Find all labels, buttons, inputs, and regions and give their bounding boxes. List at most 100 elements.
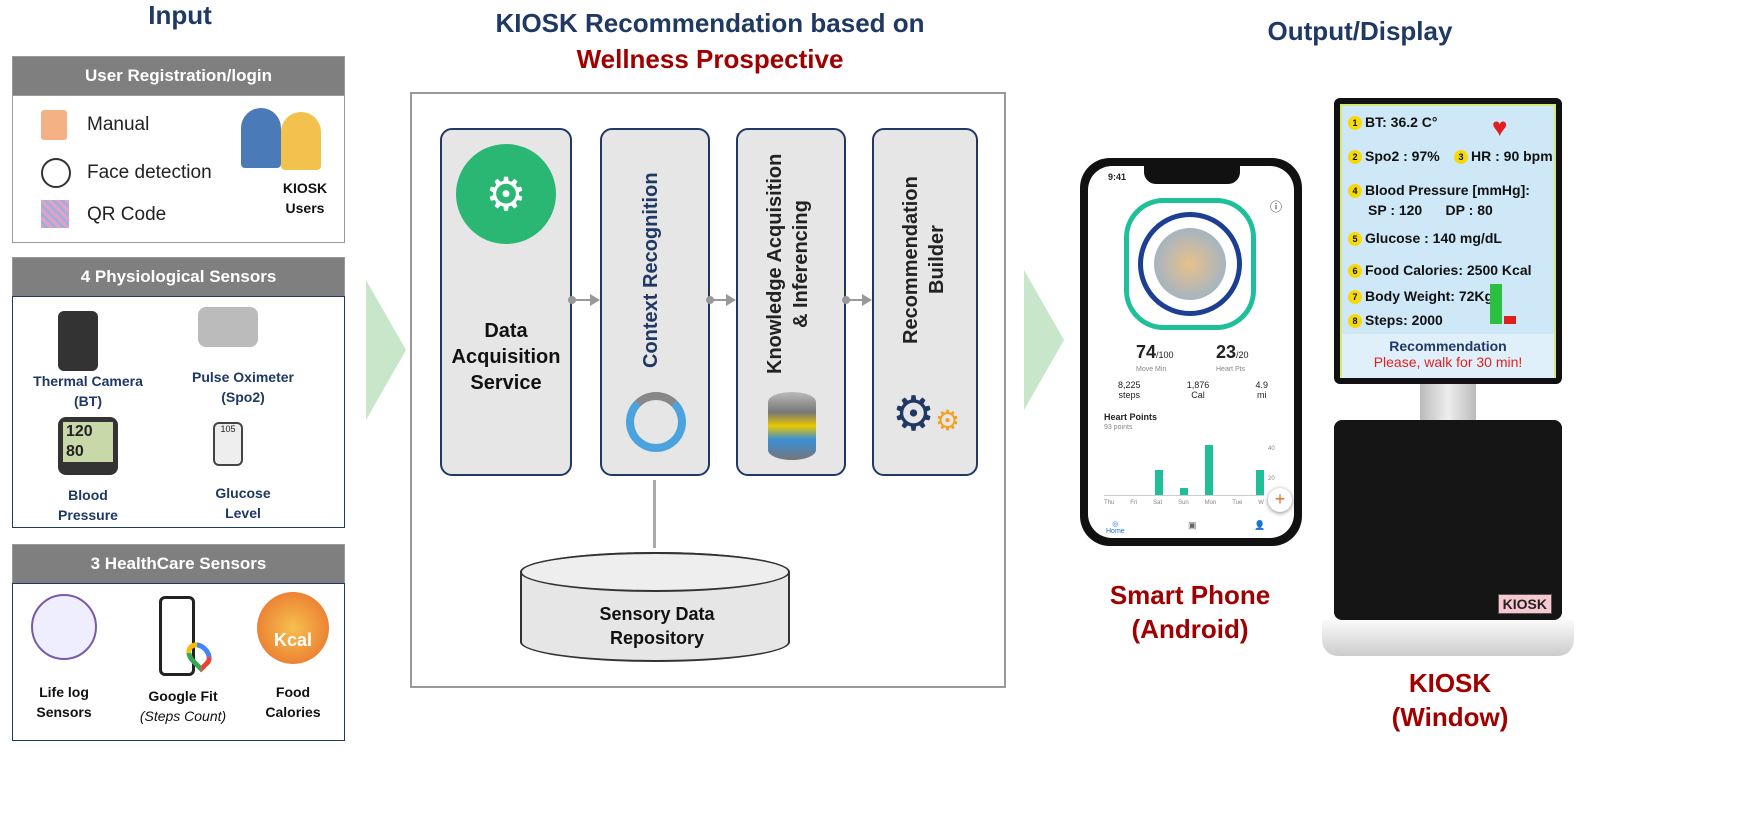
day-label: Sat [1153,500,1163,506]
heart-points-bar [1255,470,1264,495]
row-text: HR : 90 bpm [1471,148,1553,164]
row-text: Glucose : 140 mg/dL [1365,230,1502,246]
heart-pts-goal: /20 [1236,350,1249,360]
physio-box: Thermal Camera (BT) Pulse Oximeter (Spo2) … [12,296,345,528]
sensor-sub: Level [225,505,261,521]
sensor-sub: Pressure [58,507,118,523]
panel-recommendation-builder: Recommendation Builder ⚙⚙ [872,128,978,476]
steps-bar [1504,316,1516,324]
row-number: 2 [1348,150,1362,165]
bp-display: 120 80 [63,422,113,462]
row-text: Body Weight: 72Kg [1365,288,1494,304]
stat-value: 4.9 [1255,380,1268,390]
cylinder-top [520,552,790,592]
kiosk-base [1322,620,1574,656]
repository-label: Sensory Data Repository [599,604,715,648]
elderly-user-icon [241,108,281,168]
sensor-food: Food Calories [243,682,343,722]
sensor-name: Glucose [215,485,271,501]
row-number: 8 [1348,314,1362,329]
nav-home-label: Home [1106,528,1125,535]
bidirectional-arrow [653,480,656,548]
sensor-googlefit: Google Fit (Steps Count) [123,686,243,726]
kiosk-row-bp: 4 Blood Pressure [mmHg]: [1348,182,1530,199]
move-min-goal: /100 [1156,350,1174,360]
info-icon[interactable]: ⓘ [1270,198,1282,215]
panel-knowledge: Knowledge Acquisition & Inferencing [736,128,846,476]
sensor-sub: (BT) [74,393,102,409]
phone-time: 9:41 [1108,172,1127,182]
kiosk-label: KIOSK (Window) [1360,666,1540,734]
kiosk-row-sp-dp: SP : 120 DP : 80 [1368,202,1493,218]
form-icon [41,110,67,140]
flow-arrow-icon [366,280,406,420]
panel-title: Context Recognition [640,172,662,368]
flow-arrow-icon [1024,270,1064,410]
registration-box: Manual Face detection QR Code KIOSK User… [12,95,345,243]
sensor-name: Google Fit [148,688,218,704]
pulse-oximeter-icon [198,307,258,347]
user-photo-avatar [1154,228,1226,300]
y-tick: 20 [1268,476,1275,482]
center-title: KIOSK Recommendation based on [495,8,925,38]
kiosk-row-hr: 3 HR : 90 bpm [1454,148,1553,165]
sensor-bp: Blood Pressure [38,485,138,525]
row-text: Blood Pressure [mmHg]: [1365,182,1530,198]
kiosk-screen: 1 BT: 36.2 C° ♥ 2 Spo2 : 97% 3 HR : 90 bpm … [1340,104,1556,378]
arrow-connector [706,294,736,306]
day-label: W [1258,500,1264,506]
stat-label: Cal [1191,390,1205,400]
recommendation-title: Recommendation [1389,338,1507,354]
kiosk-row-weight: 7 Body Weight: 72Kg [1348,288,1494,305]
phone-label-line1: Smart Phone [1109,580,1271,610]
center-subtitle: Wellness Prospective [576,44,844,74]
add-button[interactable]: + [1268,488,1292,512]
panel-data-acquisition: ⚙ Data Acquisition Service [440,128,572,476]
row-number: 6 [1348,264,1362,279]
face-icon [41,158,71,188]
arrow-connector [568,294,600,306]
kiosk-row-steps: 8 Steps: 2000 [1348,312,1443,329]
move-min-label: Move Min [1136,366,1167,373]
sensor-glucose: Glucose Level [193,483,293,523]
stat-mi: 4.9 mi [1255,380,1268,400]
journal-icon[interactable]: ▣ [1188,520,1197,531]
food-calories-icon: Kcal [257,592,329,664]
row-number: 7 [1348,290,1362,305]
physio-header: 4 Physiological Sensors [12,257,345,297]
sensor-name: Pulse Oximeter [192,369,294,385]
nav-home[interactable]: ◎ Home [1106,520,1125,535]
arrow-connector [842,294,872,306]
day-label: Tue [1232,500,1243,506]
database-icon [768,392,816,460]
panel-title: Knowledge Acquisition & Inferencing [764,153,812,375]
bp-dia: 80 [66,443,84,460]
day-label: Sun [1178,500,1189,506]
gear-cog-icon: ⚙⚙ [892,388,961,441]
reg-face: Face detection [87,162,212,183]
sensor-oximeter: Pulse Oximeter (Spo2) [173,367,313,407]
row-number: 1 [1348,116,1362,131]
thermal-camera-icon [58,311,98,371]
sensor-sub: (Spo2) [221,389,265,405]
kiosk-display: 1 BT: 36.2 C° ♥ 2 Spo2 : 97% 3 HR : 90 bpm … [1334,98,1562,384]
heart-points-bar [1179,487,1188,495]
heart-points-bar [1205,445,1214,495]
panel-title: Recommendation Builder [900,176,948,344]
heart-points-bar [1154,470,1163,495]
heart-rate-icon: ♥ [1492,112,1508,142]
lifelog-icon [31,594,97,660]
glucometer-icon: 105 [213,422,243,466]
kiosk-body: KIOSK [1334,420,1562,620]
elderly-user-icon [281,112,321,170]
phone-label: Smart Phone (Android) [1070,578,1310,646]
kiosk-users-label: KIOSK Users [282,180,328,216]
phone-screen: 9:41 ⓘ 74/100 Move Min 23/20 Heart Pts 8,2… [1088,166,1294,538]
sensor-sub: Sensors [36,704,92,720]
profile-icon[interactable]: 👤 [1254,520,1265,531]
qr-code-icon [41,200,69,228]
day-labels: Thu Fri Sat Sun Mon Tue W [1104,500,1264,506]
row-text: Food Calories: 2500 Kcal [1365,262,1532,278]
refresh-cycle-icon [626,392,686,452]
row-number: 4 [1348,184,1362,199]
